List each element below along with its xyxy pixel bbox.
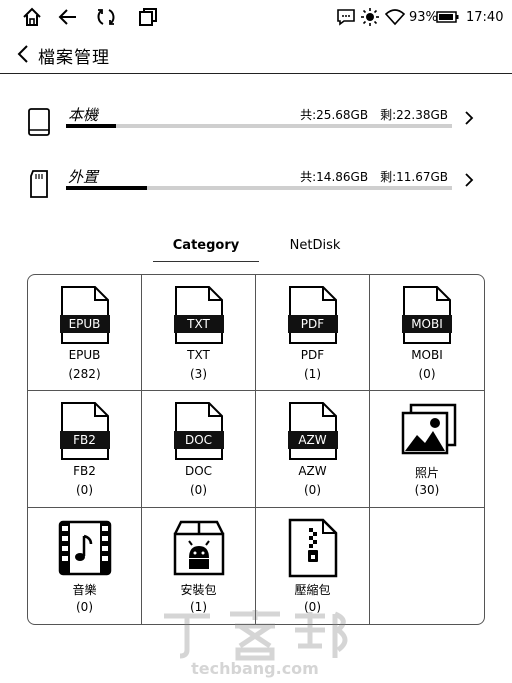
storage-total: 共:25.68GB [300,108,369,122]
category-txt-file[interactable]: TXT TXT (3) [142,275,256,392]
refresh-icon[interactable] [94,5,118,29]
category-count: (0) [190,483,207,498]
title-bar: 檔案管理 [0,34,512,74]
storage-remaining: 剩:11.67GB [380,170,448,184]
category-fb2-file[interactable]: FB2 FB2 (0) [28,391,142,508]
storage-usage-fill [66,186,148,190]
category-label: TXT [187,348,210,362]
tab-bar: Category NetDisk [153,238,363,262]
back-arrow-icon[interactable] [56,5,80,29]
category-azw-file[interactable]: AZW AZW (0) [256,391,370,508]
category-count: (30) [414,483,440,498]
category-label: 音樂 [72,582,97,597]
back-button[interactable] [12,42,34,66]
category-count: (0) [76,483,93,498]
chevron-right-icon[interactable] [464,172,478,190]
category-mobi-file[interactable]: MOBI MOBI (0) [370,275,484,392]
chevron-left-icon [17,45,28,63]
watermark-site: techbang.com [191,659,319,678]
tab-netdisk[interactable]: NetDisk [285,238,345,262]
file-type-tag: TXT [173,315,224,333]
category-music[interactable]: 音樂 (0) [28,507,142,624]
wifi-icon [383,5,407,29]
file-type-tag: MOBI [402,315,452,333]
battery-percent: 93% [409,9,438,25]
category-epub-file[interactable]: EPUB EPUB (282) [28,275,142,392]
file-type-tag: DOC [173,431,224,450]
category-count: (0) [418,367,436,381]
category-count: (282) [68,367,101,381]
status-bar: 93% 17:40 [0,0,512,34]
category-label: 安裝包 [180,582,217,597]
storage-name: 外置 [68,168,99,186]
storage-stats: 共:25.68GB 剩:22.38GB [288,106,448,123]
storage-remaining: 剩:22.38GB [380,108,448,122]
category-pdf-file[interactable]: PDF PDF (1) [256,275,370,392]
category-label: DOC [184,464,213,479]
category-count: (0) [76,599,93,614]
storage-total: 共:14.86GB [300,170,369,184]
storage-usage-bar [66,124,452,128]
category-doc-file[interactable]: DOC DOC (0) [142,391,256,508]
storage-internal[interactable]: 本機 共:25.68GB 剩:22.38GB [22,106,492,152]
storage-stats: 共:14.86GB 剩:11.67GB [288,168,448,185]
storage-usage-bar [66,186,452,190]
file-type-tag: FB2 [59,431,110,450]
category-label: FB2 [73,464,96,479]
storage-usage-fill [66,124,117,128]
brightness-icon [358,5,382,29]
category-label: EPUB [68,348,101,362]
message-icon [334,5,358,29]
multitask-icon[interactable] [136,5,160,29]
techbang-watermark: techbang.com [150,606,360,678]
category-label: MOBI [411,348,443,362]
file-type-tag: PDF [287,315,338,333]
category-count: (0) [304,483,321,498]
sd-card-icon [28,170,54,202]
category-count: (1) [304,367,321,381]
category-label: PDF [300,348,325,362]
category-label: 壓縮包 [294,582,331,597]
android-package-icon [171,518,227,578]
category-grid: EPUB EPUB (282) TXT TXT (3) PDF PDF (1) MOBI MOBI (… [27,274,485,625]
music-icon [57,518,113,578]
file-type-tag: AZW [287,431,338,450]
empty-cell [370,508,484,624]
photos-icon [399,401,457,461]
category-label: AZW [298,464,327,479]
category-photos[interactable]: 照片 (30) [370,391,484,508]
battery-icon [436,5,460,29]
tablet-icon [28,108,54,140]
category-label: 照片 [414,466,439,481]
home-icon[interactable] [20,5,44,29]
storage-external[interactable]: 外置 共:14.86GB 剩:11.67GB [22,168,492,214]
storage-name: 本機 [68,106,99,124]
category-count: (3) [190,367,207,381]
clock: 17:40 [466,9,504,25]
chevron-right-icon[interactable] [464,110,478,128]
zip-archive-icon [285,518,341,578]
page-title: 檔案管理 [38,48,110,68]
file-type-tag: EPUB [59,315,110,333]
tab-category[interactable]: Category [153,238,259,262]
